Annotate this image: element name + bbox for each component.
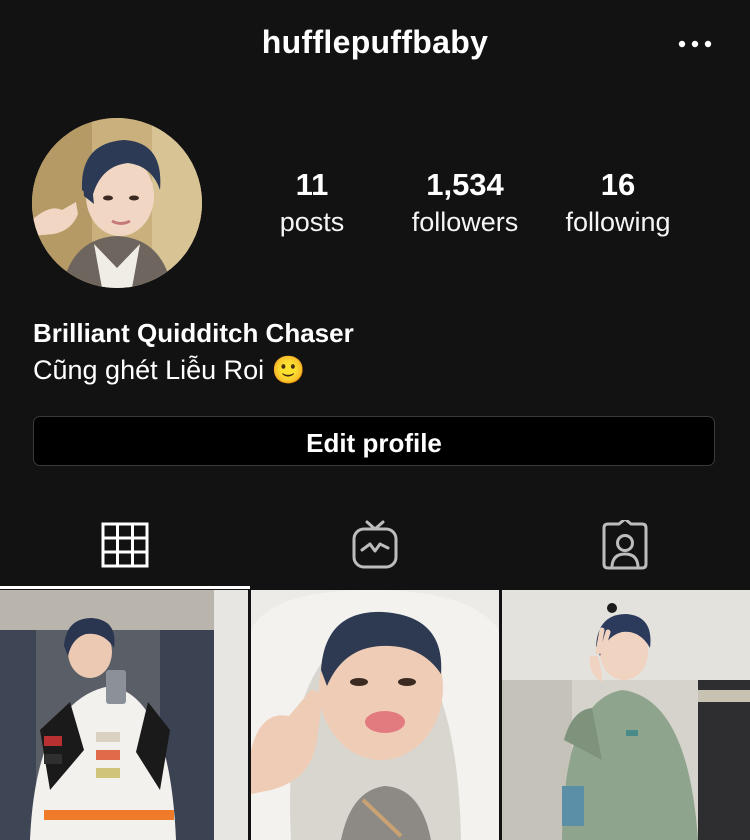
- post-thumbnail-3[interactable]: [502, 590, 750, 840]
- post-thumbnail-2[interactable]: [251, 590, 499, 840]
- bio-name: Brilliant Quidditch Chaser: [33, 318, 354, 348]
- tab-posts-grid[interactable]: [0, 500, 250, 588]
- tab-tagged[interactable]: [500, 500, 750, 588]
- avatar-image: [32, 118, 202, 288]
- more-horizontal-icon: [678, 40, 712, 48]
- posts-grid: [0, 590, 750, 840]
- photo-thumbnail: [251, 590, 499, 840]
- stat-followers-value: 1,534: [426, 167, 504, 202]
- profile-username: hufflepuffbaby: [261, 24, 489, 60]
- post-thumbnail-1[interactable]: [0, 590, 248, 840]
- active-tab-indicator: [0, 586, 250, 589]
- stat-posts[interactable]: 11 posts: [280, 166, 345, 240]
- grid-icon: [101, 522, 149, 568]
- bio-text: Cũng ghét Liễu Roi 🙂: [33, 355, 306, 385]
- stat-posts-value: 11: [295, 167, 329, 202]
- photo-thumbnail: [0, 590, 248, 840]
- tagged-icon: [602, 520, 648, 570]
- stat-followers-label: followers: [411, 207, 519, 237]
- stat-followers[interactable]: 1,534 followers: [412, 166, 519, 240]
- more-options-button[interactable]: [678, 37, 712, 51]
- stat-following-label: following: [565, 207, 671, 237]
- tab-igtv[interactable]: [250, 500, 500, 588]
- profile-avatar[interactable]: [32, 118, 202, 288]
- stat-posts-label: posts: [279, 207, 345, 237]
- edit-profile-button[interactable]: Edit profile: [33, 416, 715, 466]
- igtv-icon: [352, 520, 398, 569]
- top-bar: hufflepuffbaby: [0, 0, 750, 90]
- stat-following[interactable]: 16 following: [565, 166, 670, 240]
- photo-thumbnail: [502, 590, 750, 840]
- stat-following-value: 16: [600, 167, 636, 202]
